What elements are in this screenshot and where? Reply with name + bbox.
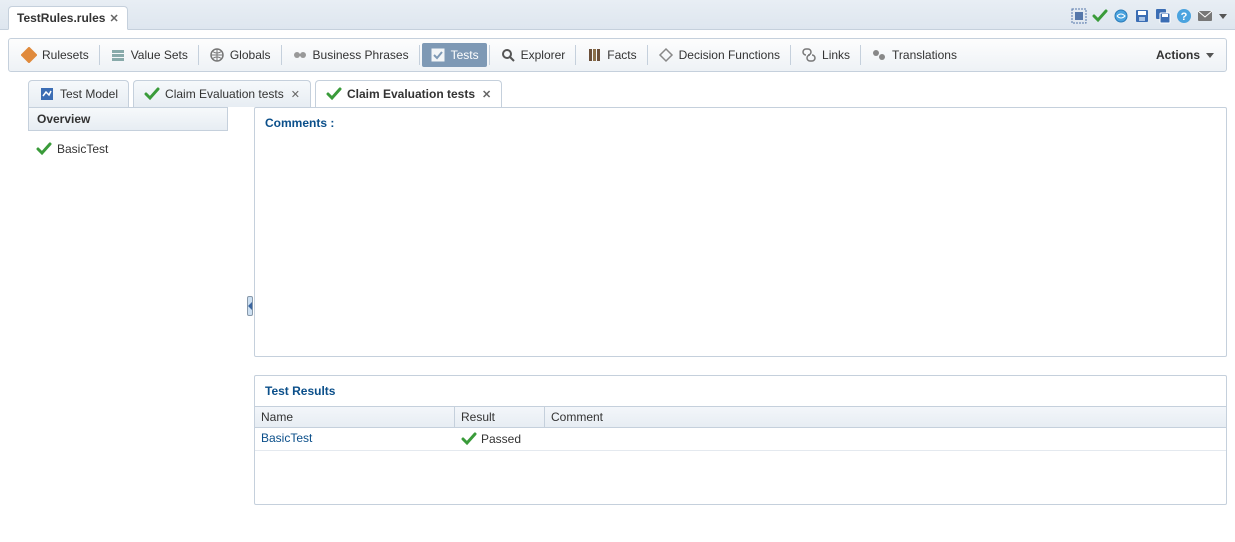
separator [198, 45, 199, 65]
close-icon[interactable]: ✕ [482, 88, 491, 101]
toolbar-translations-label: Translations [892, 48, 957, 62]
separator [790, 45, 791, 65]
top-bar: TestRules.rules ✕ ? [0, 0, 1235, 30]
sub-tabs: Test Model Claim Evaluation tests ✕ Clai… [28, 80, 1227, 107]
toolbar-rulesets-label: Rulesets [42, 48, 89, 62]
svg-text:?: ? [1181, 11, 1188, 23]
file-tab-label: TestRules.rules [17, 11, 105, 25]
col-result: Result [455, 407, 545, 427]
toolbar-explorer-label: Explorer [521, 48, 566, 62]
toolbar-value-sets[interactable]: Value Sets [102, 43, 196, 67]
tab-test-model-label: Test Model [60, 87, 118, 101]
row-result-text: Passed [481, 432, 521, 446]
tab-test-model[interactable]: Test Model [28, 80, 129, 107]
toolbar-decision-functions[interactable]: Decision Functions [650, 43, 788, 67]
splitter[interactable] [246, 296, 254, 316]
save-icon[interactable] [1133, 7, 1151, 25]
test-results-panel: Test Results Name Result Comment BasicTe… [254, 375, 1227, 505]
actions-menu[interactable]: Actions [1148, 44, 1222, 66]
toolbar-value-sets-label: Value Sets [131, 48, 188, 62]
toolbar-globals-label: Globals [230, 48, 271, 62]
main-panel: Comments : Test Results Name Result Comm… [254, 107, 1227, 505]
tab-claim-eval-2[interactable]: Claim Evaluation tests ✕ [315, 80, 502, 107]
toolbar-explorer[interactable]: Explorer [492, 43, 574, 67]
toolbar-tests[interactable]: Tests [422, 43, 487, 67]
separator [860, 45, 861, 65]
splitter-handle-icon [247, 296, 253, 316]
results-header: Name Result Comment [255, 406, 1226, 428]
chevron-down-icon [1206, 53, 1214, 58]
file-tab[interactable]: TestRules.rules ✕ [8, 6, 128, 30]
tab-claim-eval-1[interactable]: Claim Evaluation tests ✕ [133, 80, 311, 107]
tab-claim-eval-1-label: Claim Evaluation tests [165, 87, 284, 101]
globe-refresh-icon[interactable] [1112, 7, 1130, 25]
dropdown-caret-icon[interactable] [1219, 14, 1227, 19]
toolbar-facts-label: Facts [607, 48, 636, 62]
table-row[interactable]: BasicTest Passed [255, 428, 1226, 451]
separator [575, 45, 576, 65]
actions-label: Actions [1156, 48, 1200, 62]
separator [647, 45, 648, 65]
toolbar-globals[interactable]: Globals [201, 43, 279, 67]
close-icon[interactable]: ✕ [291, 88, 300, 101]
content-area: Overview BasicTest Comments : Test Resul… [28, 107, 1227, 505]
row-result: Passed [455, 428, 545, 450]
overview-header: Overview [28, 107, 228, 131]
toolbar-facts[interactable]: Facts [578, 43, 644, 67]
check-icon[interactable] [1091, 7, 1109, 25]
col-name: Name [255, 407, 455, 427]
toolbar-translations[interactable]: Translations [863, 43, 965, 67]
toolbar-decision-functions-label: Decision Functions [679, 48, 780, 62]
separator [419, 45, 420, 65]
grid-icon[interactable] [1070, 7, 1088, 25]
top-icons: ? [1066, 3, 1231, 29]
save-all-icon[interactable] [1154, 7, 1172, 25]
toolbar-business-phrases[interactable]: Business Phrases [284, 43, 417, 67]
separator [489, 45, 490, 65]
help-icon[interactable]: ? [1175, 7, 1193, 25]
overview-body: BasicTest [28, 131, 228, 167]
col-comment: Comment [545, 407, 1226, 427]
left-panel: Overview BasicTest [28, 107, 228, 505]
results-title: Test Results [255, 376, 1226, 406]
comments-panel: Comments : [254, 107, 1227, 357]
row-name: BasicTest [255, 428, 455, 450]
toolbar-links-label: Links [822, 48, 850, 62]
row-comment [545, 428, 1226, 450]
comments-title: Comments : [255, 108, 1226, 138]
toolbar-rulesets[interactable]: Rulesets [13, 43, 97, 67]
toolbar-links[interactable]: Links [793, 43, 858, 67]
close-icon[interactable]: ✕ [109, 12, 118, 25]
tree-item-label: BasicTest [57, 142, 108, 156]
toolbar-tests-label: Tests [451, 48, 479, 62]
separator [281, 45, 282, 65]
main-toolbar: Rulesets Value Sets Globals Business Phr… [8, 38, 1227, 72]
tree-item-basictest[interactable]: BasicTest [36, 139, 220, 159]
mail-icon[interactable] [1196, 7, 1214, 25]
separator [99, 45, 100, 65]
toolbar-business-phrases-label: Business Phrases [313, 48, 409, 62]
tab-claim-eval-2-label: Claim Evaluation tests [347, 87, 475, 101]
